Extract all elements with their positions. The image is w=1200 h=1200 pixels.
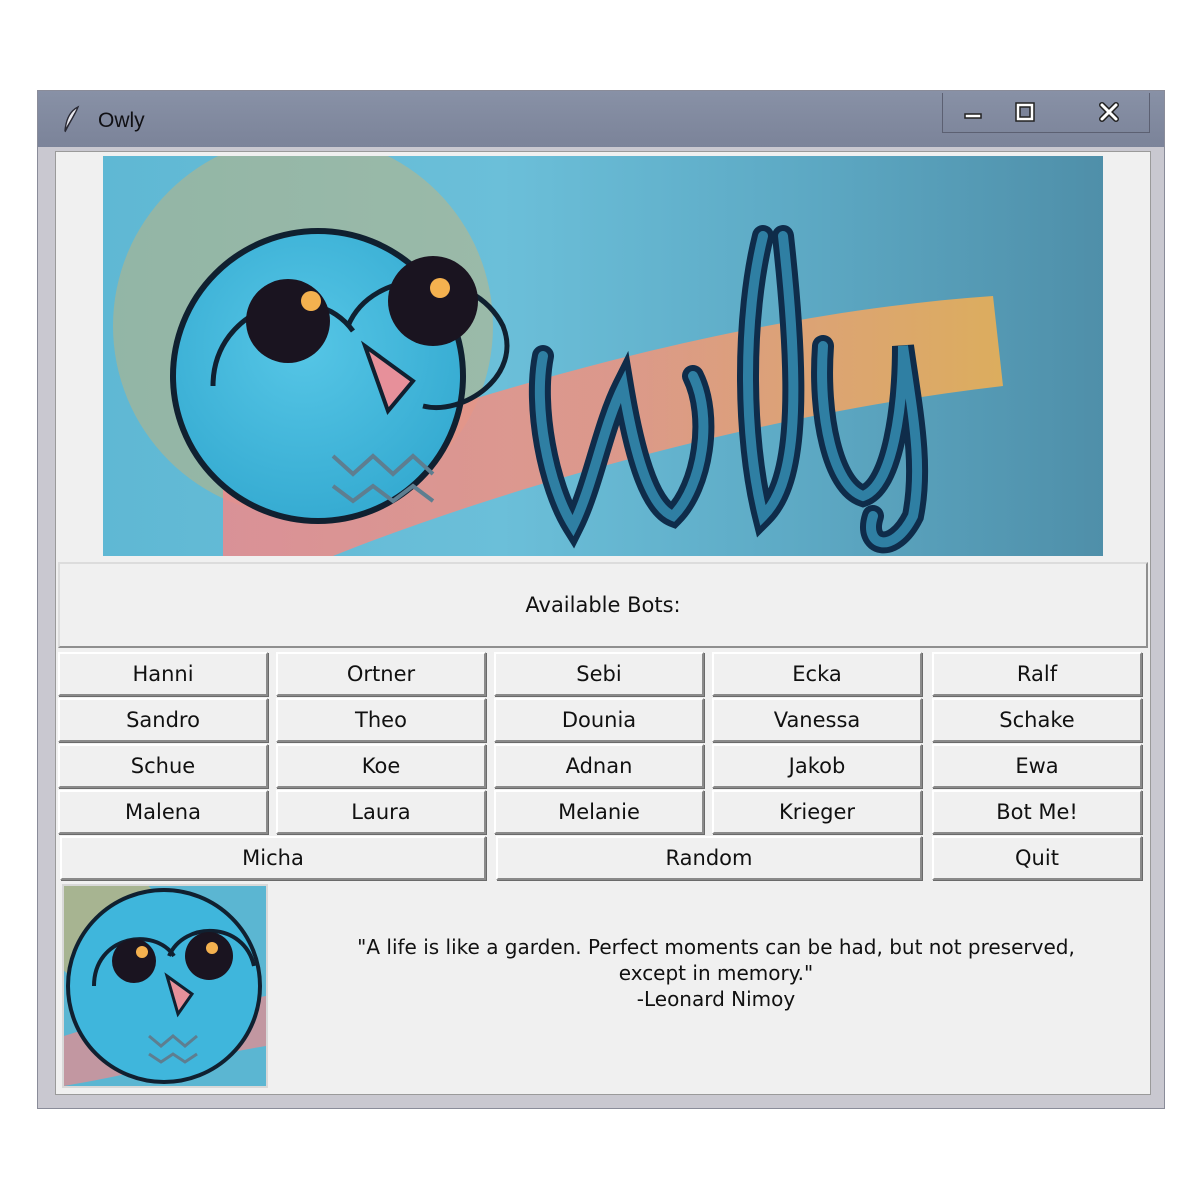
bot-button-theo[interactable]: Theo	[276, 698, 486, 742]
bot-button-ralf[interactable]: Ralf	[932, 652, 1142, 696]
bot-button-micha[interactable]: Micha	[60, 836, 486, 880]
bot-button-laura[interactable]: Laura	[276, 790, 486, 834]
quote-block: "A life is like a garden. Perfect moment…	[286, 934, 1146, 1012]
bot-button-hanni[interactable]: Hanni	[58, 652, 268, 696]
bot-me-button[interactable]: Bot Me!	[932, 790, 1142, 834]
bot-button-dounia[interactable]: Dounia	[494, 698, 704, 742]
owl-avatar-icon	[64, 886, 266, 1086]
bot-button-ortner[interactable]: Ortner	[276, 652, 486, 696]
bot-avatar-image	[62, 884, 268, 1088]
maximize-button[interactable]	[995, 93, 1055, 131]
minimize-button[interactable]	[943, 93, 1003, 131]
bot-button-koe[interactable]: Koe	[276, 744, 486, 788]
bot-button-krieger[interactable]: Krieger	[712, 790, 922, 834]
bot-button-ecka[interactable]: Ecka	[712, 652, 922, 696]
quote-text-line2: except in memory."	[618, 961, 814, 985]
bot-button-schake[interactable]: Schake	[932, 698, 1142, 742]
available-bots-label: Available Bots:	[58, 562, 1148, 648]
window-title: Owly	[98, 109, 145, 132]
bot-button-malena[interactable]: Malena	[58, 790, 268, 834]
quote-text-line1: "A life is like a garden. Perfect moment…	[357, 935, 1075, 959]
bot-button-sandro[interactable]: Sandro	[58, 698, 268, 742]
quit-button[interactable]: Quit	[932, 836, 1142, 880]
minimize-icon	[964, 113, 982, 119]
client-area: Available Bots: Hanni Ortner Sebi Ecka R…	[55, 151, 1151, 1095]
owly-banner-image	[103, 156, 1103, 556]
bot-button-vanessa[interactable]: Vanessa	[712, 698, 922, 742]
bot-button-ewa[interactable]: Ewa	[932, 744, 1142, 788]
feather-icon	[64, 105, 80, 133]
window-controls	[942, 93, 1150, 133]
bot-button-schue[interactable]: Schue	[58, 744, 268, 788]
close-button[interactable]	[1071, 93, 1147, 131]
bot-button-melanie[interactable]: Melanie	[494, 790, 704, 834]
app-window: Owly Available Bots: Hanni Ortner Sebi E…	[37, 90, 1165, 1109]
owly-logo-illustration	[113, 156, 1003, 556]
title-bar[interactable]: Owly	[38, 91, 1164, 147]
close-icon	[1099, 102, 1119, 122]
random-button[interactable]: Random	[496, 836, 922, 880]
quote-author: -Leonard Nimoy	[636, 987, 796, 1011]
maximize-icon	[1015, 102, 1035, 122]
bot-button-adnan[interactable]: Adnan	[494, 744, 704, 788]
bot-button-jakob[interactable]: Jakob	[712, 744, 922, 788]
bot-button-sebi[interactable]: Sebi	[494, 652, 704, 696]
